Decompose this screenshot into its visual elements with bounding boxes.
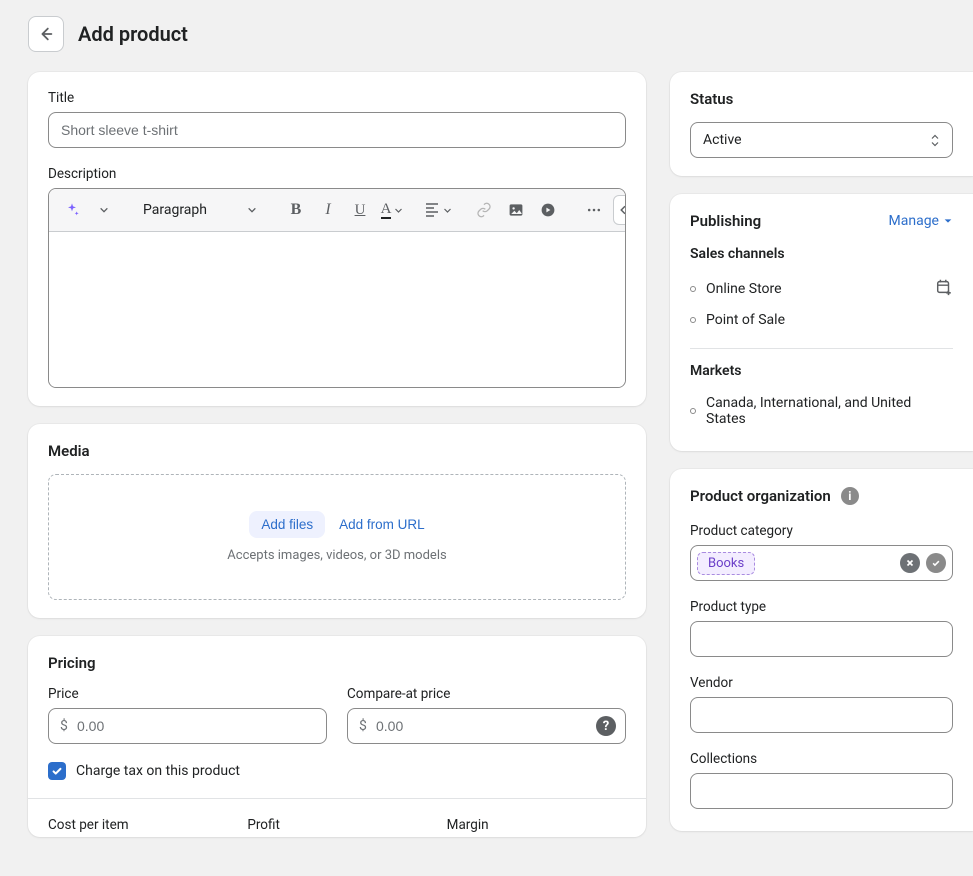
rte-toolbar: Paragraph B I U A [49,189,625,232]
link-button[interactable] [469,195,499,225]
category-label: Product category [690,523,953,539]
add-from-url-button[interactable]: Add from URL [339,517,425,532]
bullet-icon [690,286,696,292]
compare-price-input[interactable] [347,708,626,744]
status-heading: Status [690,90,953,108]
margin-label: Margin [447,817,626,833]
chevron-down-icon [99,205,109,215]
chevron-up-icon [930,134,940,140]
chevron-down-icon [930,141,940,147]
description-label: Description [48,166,626,182]
italic-button[interactable]: I [313,195,343,225]
caret-down-icon [943,216,953,226]
clear-category-button[interactable] [900,553,920,573]
link-icon [476,202,492,218]
pricing-heading: Pricing [48,654,626,672]
collections-input[interactable] [690,773,953,809]
charge-tax-checkbox[interactable] [48,762,66,780]
underline-button[interactable]: U [345,195,375,225]
bullet-icon [690,408,696,414]
pricing-card: Pricing Price $ Compare-at price [28,636,646,837]
chevron-down-icon [247,205,257,215]
add-files-button[interactable]: Add files [249,511,325,538]
bullet-icon [690,317,696,323]
arrow-left-icon [37,25,55,43]
ai-assist-button[interactable] [57,195,87,225]
title-description-card: Title Description [28,72,646,406]
ai-assist-dropdown[interactable] [89,195,119,225]
organization-heading: Product organization [690,487,831,505]
confirm-category-button[interactable] [926,553,946,573]
align-button[interactable] [423,195,453,225]
markets-heading: Markets [690,363,953,379]
channel-label: Online Store [706,281,782,297]
status-card: Status Active [670,72,973,176]
image-button[interactable] [501,195,531,225]
page-header: Add product [28,16,955,52]
calendar-add-icon [935,278,953,296]
paragraph-style-select[interactable]: Paragraph [135,195,265,225]
media-dropzone[interactable]: Add files Add from URL Accepts images, v… [48,474,626,600]
currency-prefix: $ [359,708,367,744]
markets-value: Canada, International, and United States [706,395,953,427]
compare-price-label: Compare-at price [347,686,626,702]
channel-label: Point of Sale [706,312,785,328]
image-icon [508,202,524,218]
cost-per-item-label: Cost per item [48,817,227,833]
chevron-down-icon [394,206,403,215]
type-input[interactable] [690,621,953,657]
sparkle-icon [64,202,80,218]
x-icon [905,558,915,568]
price-label: Price [48,686,327,702]
info-icon[interactable]: i [841,487,859,505]
sales-channels-heading: Sales channels [690,246,953,262]
status-select[interactable]: Active [690,122,953,158]
check-icon [931,558,941,568]
paragraph-style-label: Paragraph [143,202,207,218]
align-left-icon [424,202,440,218]
code-icon [619,202,626,218]
chevron-down-icon [443,206,452,215]
back-button[interactable] [28,16,64,52]
vendor-input[interactable] [690,697,953,733]
title-label: Title [48,90,626,106]
channel-pos: Point of Sale [690,306,953,334]
description-editor: Paragraph B I U A [48,188,626,388]
divider [690,348,953,349]
type-label: Product type [690,599,953,615]
currency-prefix: $ [60,708,68,744]
collections-label: Collections [690,751,953,767]
page-title: Add product [78,22,188,46]
source-code-button[interactable] [613,195,626,225]
bold-button[interactable]: B [281,195,311,225]
markets-item: Canada, International, and United States [690,389,953,433]
media-card: Media Add files Add from URL Accepts ima… [28,424,646,618]
play-circle-icon [540,202,556,218]
manage-publishing-button[interactable]: Manage [889,213,953,229]
more-button[interactable] [579,195,609,225]
check-icon [51,765,63,777]
status-value: Active [703,132,742,148]
ellipsis-icon [586,202,602,218]
text-color-button[interactable]: A [377,195,407,225]
publishing-card: Publishing Manage Sales channels Online … [670,194,973,451]
vendor-label: Vendor [690,675,953,691]
profit-label: Profit [247,817,426,833]
manage-label: Manage [889,213,939,229]
media-subtext: Accepts images, videos, or 3D models [61,548,613,563]
publishing-heading: Publishing [690,212,761,230]
video-button[interactable] [533,195,563,225]
category-input[interactable]: Books [690,545,953,581]
title-input[interactable] [48,112,626,148]
category-chip[interactable]: Books [697,552,755,575]
channel-online-store: Online Store [690,272,953,306]
description-textarea[interactable] [49,232,625,387]
media-heading: Media [48,442,626,460]
compare-help-icon[interactable]: ? [596,716,616,736]
organization-card: Product organization i Product category … [670,469,973,831]
price-input[interactable] [48,708,327,744]
charge-tax-label: Charge tax on this product [76,763,240,779]
schedule-button[interactable] [935,278,953,300]
